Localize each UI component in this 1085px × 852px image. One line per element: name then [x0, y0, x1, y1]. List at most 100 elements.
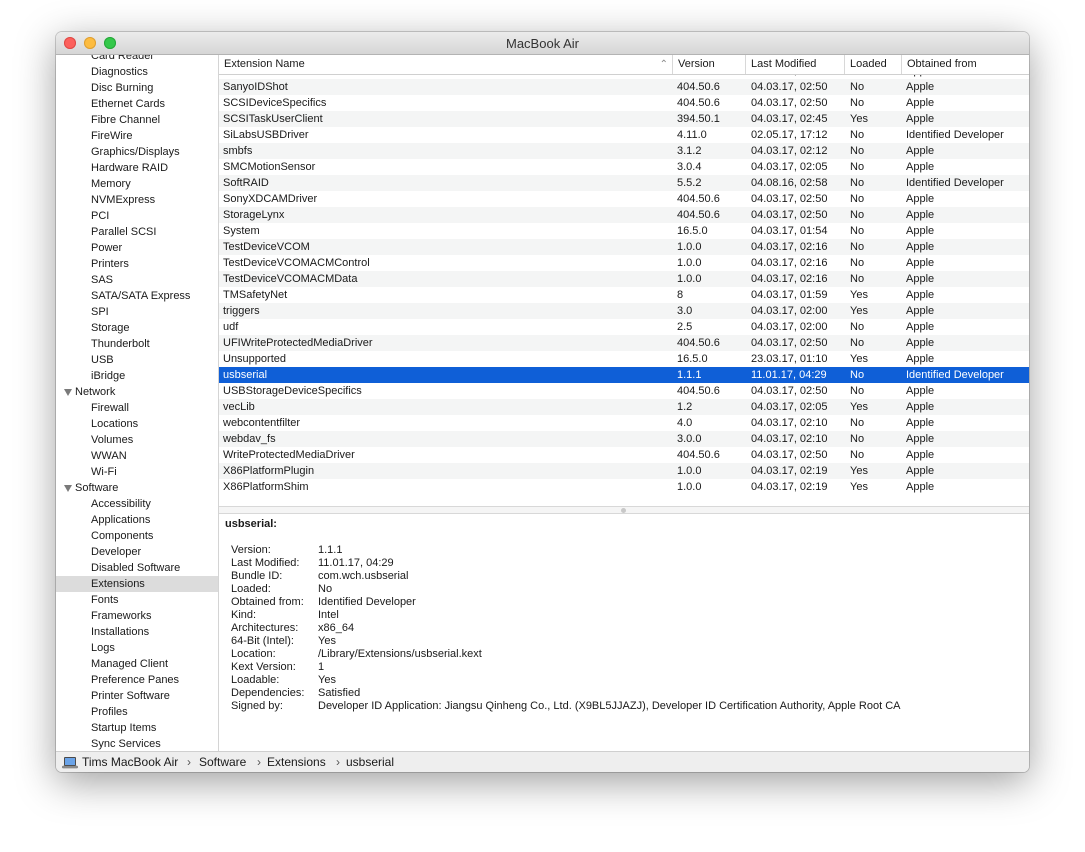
sidebar-item-applications[interactable]: Applications — [56, 512, 218, 528]
sidebar-item-profiles[interactable]: Profiles — [56, 704, 218, 720]
sidebar-item-disc-burning[interactable]: Disc Burning — [56, 80, 218, 96]
sidebar-item-storage[interactable]: Storage — [56, 320, 218, 336]
table-row[interactable]: triggers 3.0 04.03.17, 02:00 Yes Apple — [219, 303, 1029, 319]
table-row[interactable]: X86PlatformShim 1.0.0 04.03.17, 02:19 Yes Ap… — [219, 479, 1029, 495]
path-section[interactable]: Software — [199, 755, 246, 769]
sidebar-item-parallel-scsi[interactable]: Parallel SCSI — [56, 224, 218, 240]
sidebar-item-developer[interactable]: Developer — [56, 544, 218, 560]
sidebar-item-logs[interactable]: Logs — [56, 640, 218, 656]
sidebar-item-printer-software[interactable]: Printer Software — [56, 688, 218, 704]
table-row[interactable]: SonyXDCAMDriver 404.50.6 04.03.17, 02:50 No… — [219, 191, 1029, 207]
sidebar-item-usb[interactable]: USB — [56, 352, 218, 368]
table-row[interactable]: SCSIDeviceSpecifics 404.50.6 04.03.17, 02:… — [219, 95, 1029, 111]
divider-handle[interactable] — [621, 508, 626, 513]
sidebar-item-accessibility[interactable]: Accessibility — [56, 496, 218, 512]
table-row[interactable]: TestDeviceVCOM 1.0.0 04.03.17, 02:16 No Appl… — [219, 239, 1029, 255]
cell-extension-name: TestDeviceVCOM — [223, 241, 310, 253]
sidebar-item-thunderbolt[interactable]: Thunderbolt — [56, 336, 218, 352]
sidebar-group-software[interactable]: Software — [56, 480, 218, 496]
sidebar-item-extensions[interactable]: Extensions — [56, 576, 218, 592]
detail-label: Kext Version: — [231, 661, 296, 673]
sidebar-item-volumes[interactable]: Volumes — [56, 432, 218, 448]
cell-last-modified: 04.03.17, 02:16 — [751, 257, 828, 269]
sidebar-item-frameworks[interactable]: Frameworks — [56, 608, 218, 624]
sidebar-item-graphics-displays[interactable]: Graphics/Displays — [56, 144, 218, 160]
cell-loaded: No — [850, 433, 865, 445]
cell-loaded: No — [850, 225, 865, 237]
table-row[interactable]: USBStorageDeviceSpecifics 404.50.6 04.03.1… — [219, 383, 1029, 399]
table-row[interactable]: UFIWriteProtectedMediaDriver 404.50.6 04.0… — [219, 335, 1029, 351]
table-row[interactable]: smbfs 3.1.2 04.03.17, 02:12 No Apple — [219, 143, 1029, 159]
path-computer[interactable]: Tims MacBook Air — [82, 755, 178, 769]
sidebar-item-memory[interactable]: Memory — [56, 176, 218, 192]
sidebar-item-locations[interactable]: Locations — [56, 416, 218, 432]
table-row[interactable]: udf 2.5 04.03.17, 02:00 No Apple — [219, 319, 1029, 335]
table-body[interactable]: Sandbox300.004.03.17, 02:15YesAppleSanyo… — [219, 75, 1029, 500]
detail-label: Version: — [231, 544, 271, 556]
table-row[interactable]: SMCMotionSensor 3.0.4 04.03.17, 02:05 No App… — [219, 159, 1029, 175]
sidebar-item-label: Storage — [91, 322, 130, 334]
table-row[interactable]: SiLabsUSBDriver 4.11.0 02.05.17, 17:12 No Id… — [219, 127, 1029, 143]
sidebar-item-wi-fi[interactable]: Wi-Fi — [56, 464, 218, 480]
sidebar-item-ethernet-cards[interactable]: Ethernet Cards — [56, 96, 218, 112]
sidebar-item-components[interactable]: Components — [56, 528, 218, 544]
column-header-extension-name[interactable]: Extension Name ⌃ — [219, 55, 673, 74]
column-header-loaded[interactable]: Loaded — [845, 55, 902, 74]
sidebar-item-sas[interactable]: SAS — [56, 272, 218, 288]
sidebar-item-sata-sata-express[interactable]: SATA/SATA Express — [56, 288, 218, 304]
path-item[interactable]: usbserial — [346, 755, 394, 769]
sidebar-item-power[interactable]: Power — [56, 240, 218, 256]
table-row[interactable]: WriteProtectedMediaDriver 404.50.6 04.03.1… — [219, 447, 1029, 463]
path-category[interactable]: Extensions — [267, 755, 326, 769]
sidebar-item-spi[interactable]: SPI — [56, 304, 218, 320]
table-row[interactable]: SCSITaskUserClient 394.50.1 04.03.17, 02:4… — [219, 111, 1029, 127]
cell-extension-name: TestDeviceVCOMACMData — [223, 273, 358, 285]
split-view-divider[interactable] — [219, 506, 1029, 514]
table-row[interactable]: StorageLynx 404.50.6 04.03.17, 02:50 No Appl… — [219, 207, 1029, 223]
sidebar-item-installations[interactable]: Installations — [56, 624, 218, 640]
column-header-version[interactable]: Version — [673, 55, 746, 74]
sidebar-item-nvmexpress[interactable]: NVMExpress — [56, 192, 218, 208]
table-row[interactable]: TestDeviceVCOMACMControl 1.0.0 04.03.17, 0… — [219, 255, 1029, 271]
cell-last-modified: 04.03.17, 02:12 — [751, 145, 828, 157]
disclosure-triangle-icon[interactable] — [64, 485, 72, 492]
sidebar-group-network[interactable]: Network — [56, 384, 218, 400]
sidebar-item-startup-items[interactable]: Startup Items — [56, 720, 218, 736]
sidebar-item-preference-panes[interactable]: Preference Panes — [56, 672, 218, 688]
sidebar-item-hardware-raid[interactable]: Hardware RAID — [56, 160, 218, 176]
sidebar-item-disabled-software[interactable]: Disabled Software — [56, 560, 218, 576]
disclosure-triangle-icon[interactable] — [64, 389, 72, 396]
sidebar-item-firewire[interactable]: FireWire — [56, 128, 218, 144]
extensions-table[interactable]: Extension Name ⌃ Version Last Modified L… — [219, 55, 1029, 506]
table-row[interactable]: webcontentfilter 4.0 04.03.17, 02:10 No Appl… — [219, 415, 1029, 431]
sidebar-item-sync-services[interactable]: Sync Services — [56, 736, 218, 751]
column-header-obtained-from[interactable]: Obtained from — [902, 55, 1029, 74]
sidebar-item-fibre-channel[interactable]: Fibre Channel — [56, 112, 218, 128]
sidebar-item-fonts[interactable]: Fonts — [56, 592, 218, 608]
sidebar-item-printers[interactable]: Printers — [56, 256, 218, 272]
sidebar-item-card-reader[interactable]: Card Reader — [56, 55, 218, 64]
sidebar-item-label: Fibre Channel — [91, 114, 161, 126]
table-row[interactable]: X86PlatformPlugin 1.0.0 04.03.17, 02:19 Yes… — [219, 463, 1029, 479]
sidebar-item-wwan[interactable]: WWAN — [56, 448, 218, 464]
sidebar-item-pci[interactable]: PCI — [56, 208, 218, 224]
sidebar-item-diagnostics[interactable]: Diagnostics — [56, 64, 218, 80]
column-header-last-modified[interactable]: Last Modified — [746, 55, 845, 74]
table-row[interactable]: SanyoIDShot 404.50.6 04.03.17, 02:50 No Appl… — [219, 79, 1029, 95]
table-row[interactable]: SoftRAID 5.5.2 04.08.16, 02:58 No Identified… — [219, 175, 1029, 191]
table-row[interactable]: vecLib 1.2 04.03.17, 02:05 Yes Apple — [219, 399, 1029, 415]
table-row[interactable]: webdav_fs 3.0.0 04.03.17, 02:10 No Apple — [219, 431, 1029, 447]
sidebar-item-managed-client[interactable]: Managed Client — [56, 656, 218, 672]
cell-obtained-from: Apple — [906, 465, 935, 477]
table-row[interactable]: TMSafetyNet 8 04.03.17, 01:59 Yes Apple — [219, 287, 1029, 303]
sidebar-item-firewall[interactable]: Firewall — [56, 400, 218, 416]
table-row[interactable]: System 16.5.0 04.03.17, 01:54 No Apple — [219, 223, 1029, 239]
table-row[interactable]: usbserial 1.1.1 11.01.17, 04:29 No Identifie… — [219, 367, 1029, 383]
table-row[interactable]: Unsupported 16.5.0 23.03.17, 01:10 Yes Apple — [219, 351, 1029, 367]
sidebar-item-ibridge[interactable]: iBridge — [56, 368, 218, 384]
cell-obtained-from: Apple — [906, 385, 935, 397]
sidebar-item-label: Diagnostics — [91, 66, 148, 78]
table-row[interactable]: TestDeviceVCOMACMData 1.0.0 04.03.17, 02:1… — [219, 271, 1029, 287]
sidebar-item-label: SAS — [91, 274, 114, 286]
sidebar[interactable]: Card Reader Diagnostics Disc Burning Ethern… — [56, 55, 219, 751]
